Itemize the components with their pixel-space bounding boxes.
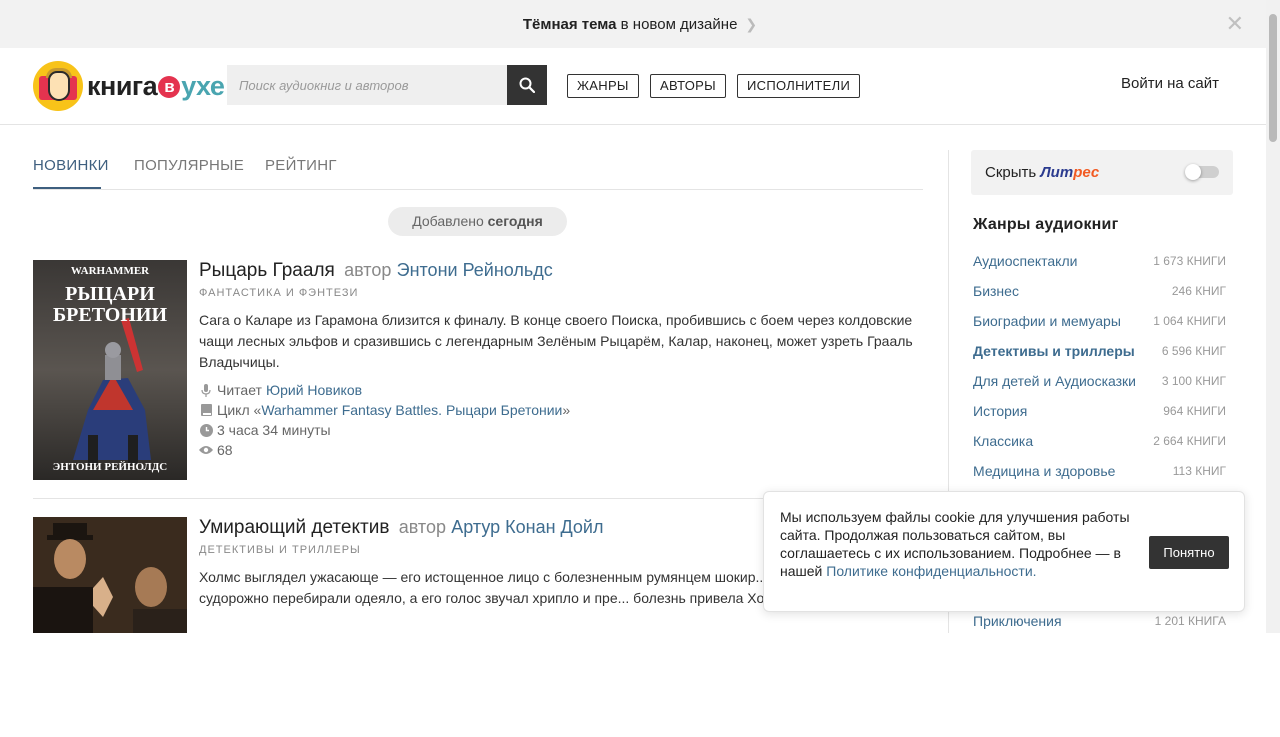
genre-row[interactable]: Биографии и мемуары 1 064 КНИГИ — [973, 306, 1226, 336]
cover-series-label: WARHAMMER — [70, 265, 150, 277]
litres-logo: Литрес — [1040, 164, 1100, 181]
cycle-link[interactable]: Warhammer Fantasy Battles. Рыцари Бретон… — [261, 400, 562, 420]
by-label: автор — [344, 260, 392, 280]
search-button[interactable] — [507, 65, 547, 105]
cycle-row: Цикл «Warhammer Fantasy Battles. Рыцари … — [199, 400, 919, 420]
tab-rating[interactable]: РЕЙТИНГ — [265, 157, 337, 174]
sort-tabs: НОВИНКИ ПОПУЛЯРНЫЕ РЕЙТИНГ — [33, 150, 923, 190]
scrollbar-thumb[interactable] — [1269, 14, 1277, 142]
microphone-icon — [199, 383, 213, 397]
promo-text: в новом дизайне — [616, 16, 738, 33]
author-link[interactable]: Энтони Рейнольдс — [397, 260, 553, 280]
nav-authors-button[interactable]: АВТОРЫ — [650, 74, 726, 98]
tab-popular[interactable]: ПОПУЛЯРНЫЕ — [134, 157, 244, 174]
eye-icon — [199, 443, 213, 457]
promo-bold: Тёмная тема — [522, 16, 617, 33]
book-meta: Читает Юрий Новиков Цикл «Warhammer Fanta… — [199, 380, 919, 460]
cookie-banner: Мы используем файлы cookie для улучшения… — [763, 491, 1245, 612]
site-logo[interactable]: книга в ухе — [33, 60, 225, 112]
cover-art-image — [33, 517, 187, 633]
site-header: книгавухе ЖАНРЫ АВТОРЫ ИСПОЛНИТЕЛИ Войти… — [0, 48, 1266, 125]
logo-text: книга в ухе — [87, 70, 225, 101]
genre-row[interactable]: Классика 2 664 КНИГИ — [973, 426, 1226, 456]
book-info: Рыцарь Грааля автор Энтони Рейнольдс ФАН… — [199, 260, 919, 460]
book-cover[interactable]: WARHAMMER РЫЦАРИ БРЕТОНИИ ЭНТОНИ РЕЙНОЛДС — [33, 260, 187, 480]
cookie-text: Мы используем файлы cookie для улучшения… — [780, 509, 1130, 579]
genres-list: Аудиоспектакли 1 673 КНИГИ Бизнес 246 КНИГ… — [973, 246, 1226, 486]
search-box — [227, 65, 547, 105]
page-scrollbar[interactable] — [1266, 0, 1280, 633]
genre-row[interactable]: Медицина и здоровье 113 КНИГ — [973, 456, 1226, 486]
cover-author: ЭНТОНИ РЕЙНОЛДС — [52, 461, 168, 473]
privacy-policy-link[interactable]: Политике конфиденциальности. — [826, 563, 1036, 579]
cookie-accept-button[interactable]: Понятно — [1149, 536, 1229, 569]
logo-mascot-icon — [33, 61, 83, 111]
date-label: Добавлено сегодня — [388, 207, 567, 236]
litres-toggle-panel: Скрыть Литрес — [971, 150, 1233, 195]
duration-row: 3 часа 34 минуты — [199, 420, 919, 440]
author-link[interactable]: Артур Конан Дойл — [451, 517, 603, 537]
by-label: автор — [398, 517, 446, 537]
search-input[interactable] — [227, 65, 507, 105]
chevron-right-icon: ❯ — [745, 16, 758, 32]
login-link[interactable]: Войти на сайт — [1121, 75, 1219, 92]
list-item: WARHAMMER РЫЦАРИ БРЕТОНИИ ЭНТОНИ РЕЙНОЛДС… — [33, 260, 923, 482]
active-tab-indicator — [33, 187, 101, 189]
genre-label[interactable]: ФАНТАСТИКА И ФЭНТЕЗИ — [199, 287, 919, 299]
reader-row: Читает Юрий Новиков — [199, 380, 919, 400]
close-icon[interactable]: ✕ — [1226, 0, 1244, 48]
nav-performers-button[interactable]: ИСПОЛНИТЕЛИ — [737, 74, 861, 98]
clock-icon — [199, 423, 213, 437]
promo-bar[interactable]: Тёмная тема в новом дизайне ❯ ✕ — [0, 0, 1280, 48]
tab-new[interactable]: НОВИНКИ — [33, 157, 109, 174]
genre-row[interactable]: Бизнес 246 КНИГ — [973, 276, 1226, 306]
cover-title: РЫЦАРИ БРЕТОНИИ — [52, 283, 168, 326]
genres-heading: Жанры аудиокниг — [973, 216, 1119, 233]
book-title-link[interactable]: Рыцарь Грааля — [199, 260, 335, 281]
reader-link[interactable]: Юрий Новиков — [266, 380, 362, 400]
book-description: Сага о Каларе из Гарамона близится к фин… — [199, 312, 913, 370]
genre-row[interactable]: Для детей и Аудиосказки 3 100 КНИГ — [973, 366, 1226, 396]
genre-row[interactable]: История 964 КНИГИ — [973, 396, 1226, 426]
genre-row[interactable]: Аудиоспектакли 1 673 КНИГИ — [973, 246, 1226, 276]
genre-row-active[interactable]: Детективы и триллеры 6 596 КНИГ — [973, 336, 1226, 366]
book-cover[interactable] — [33, 517, 187, 737]
nav-genres-button[interactable]: ЖАНРЫ — [567, 74, 639, 98]
views-row: 68 — [199, 440, 919, 460]
litres-label: Скрыть Литрес — [985, 164, 1100, 181]
book-icon — [199, 403, 213, 417]
litres-toggle[interactable] — [1185, 164, 1219, 180]
search-icon — [519, 77, 535, 93]
book-title-link[interactable]: Умирающий детектив — [199, 517, 389, 538]
book-title-line: Рыцарь Грааля автор Энтони Рейнольдс — [199, 260, 919, 282]
